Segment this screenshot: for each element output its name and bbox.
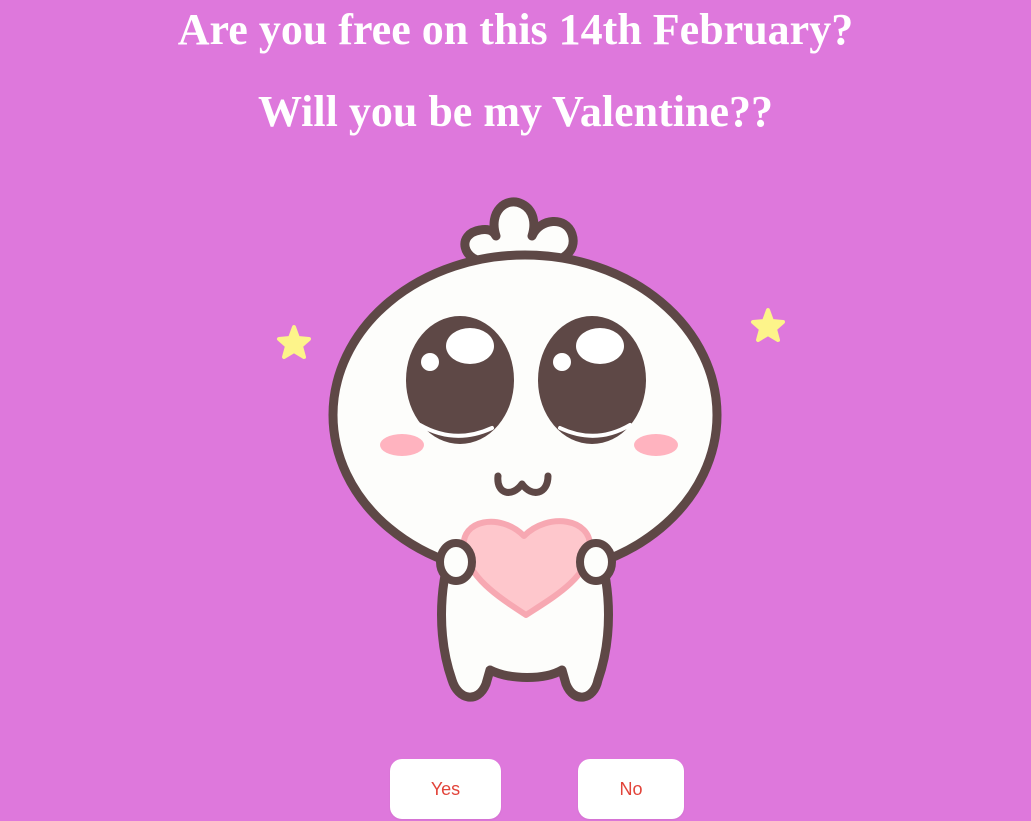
star-icon-left <box>277 325 311 359</box>
right-paw <box>576 539 616 585</box>
valentine-heading: Will you be my Valentine?? <box>257 87 774 136</box>
star-icon-right <box>751 308 785 342</box>
left-paw <box>436 539 476 585</box>
no-button[interactable]: No <box>578 759 684 819</box>
left-blush <box>380 434 424 456</box>
yes-button[interactable]: Yes <box>390 759 501 819</box>
right-eye <box>538 316 646 444</box>
mascot-illustration <box>260 185 800 725</box>
question-heading: Are you free on this 14th February? <box>177 5 854 54</box>
left-eye <box>406 316 514 444</box>
mascot-head <box>328 250 722 580</box>
right-blush <box>634 434 678 456</box>
